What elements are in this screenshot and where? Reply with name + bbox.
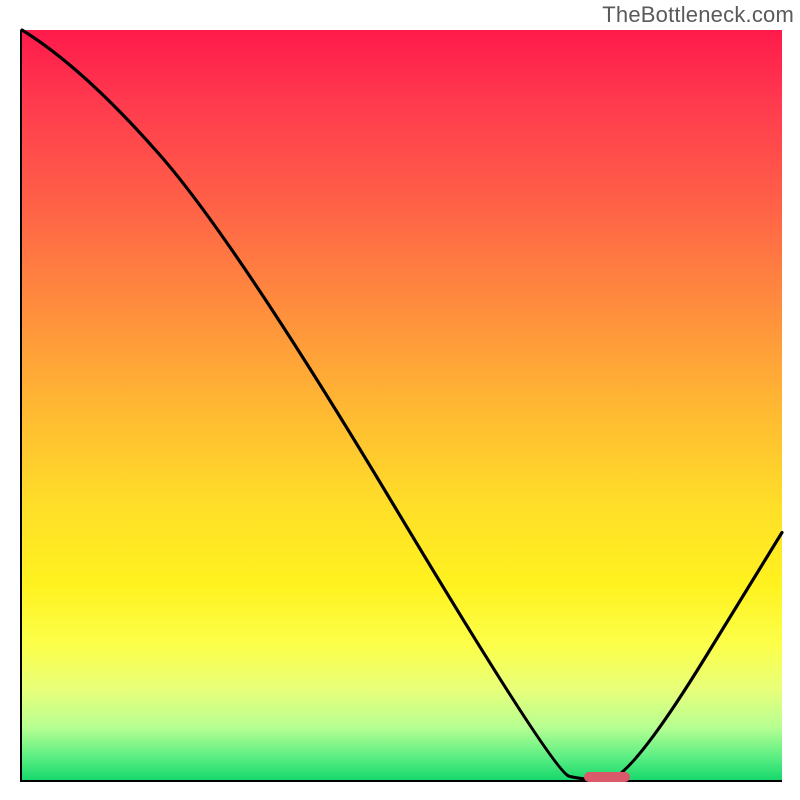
watermark-text: TheBottleneck.com — [602, 2, 794, 28]
optimal-marker — [584, 772, 630, 782]
bottleneck-curve-path — [22, 30, 782, 780]
curve-svg — [22, 30, 782, 780]
bottleneck-chart: TheBottleneck.com — [0, 0, 800, 800]
plot-area — [20, 30, 782, 782]
